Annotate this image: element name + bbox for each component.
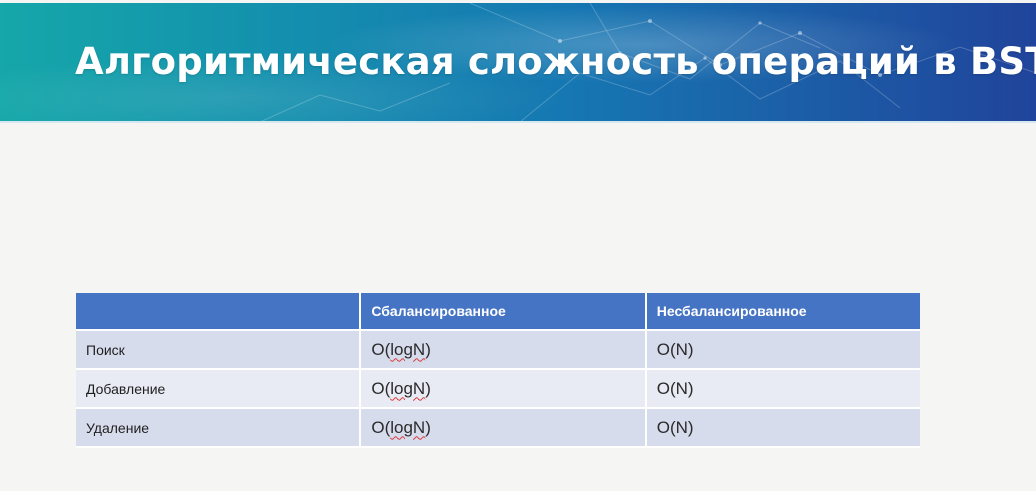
- complexity-suffix: ): [425, 339, 431, 359]
- complexity-suffix: ): [425, 378, 431, 398]
- balanced-complexity-cell: O(logN): [360, 408, 647, 448]
- table-row: Добавление O(logN) O(N): [76, 369, 920, 409]
- column-header-balanced: Сбалансированное: [360, 293, 647, 331]
- table-header-row: Сбалансированное Несбалансированное: [76, 293, 920, 331]
- operation-cell: Поиск: [76, 330, 362, 370]
- column-header-operation: [76, 293, 362, 331]
- table-row: Поиск O(logN) O(N): [76, 330, 920, 370]
- operation-cell: Добавление: [76, 369, 362, 409]
- complexity-table: Сбалансированное Несбалансированное Поис…: [76, 293, 920, 448]
- column-header-unbalanced: Несбалансированное: [645, 293, 920, 331]
- complexity-prefix: O(: [371, 417, 391, 437]
- balanced-complexity-cell: O(logN): [360, 330, 647, 370]
- unbalanced-complexity-cell: O(N): [645, 330, 920, 370]
- unbalanced-complexity-cell: O(N): [645, 408, 920, 448]
- table-row: Удаление O(logN) O(N): [76, 408, 920, 448]
- title-banner: Алгоритмическая сложность операций в BST: [0, 3, 1036, 122]
- spellcheck-flagged-text: logN: [390, 378, 426, 398]
- complexity-prefix: O(: [371, 378, 391, 398]
- balanced-complexity-cell: O(logN): [360, 369, 647, 409]
- banner-divider: [0, 121, 1036, 123]
- complexity-prefix: O(: [371, 339, 391, 359]
- slide-title: Алгоритмическая сложность операций в BST: [75, 40, 1036, 83]
- spellcheck-flagged-text: logN: [390, 417, 426, 437]
- operation-cell: Удаление: [76, 408, 362, 448]
- spellcheck-flagged-text: logN: [390, 339, 426, 359]
- presentation-slide: Алгоритмическая сложность операций в BST…: [0, 0, 1036, 491]
- complexity-suffix: ): [425, 417, 431, 437]
- unbalanced-complexity-cell: O(N): [645, 369, 920, 409]
